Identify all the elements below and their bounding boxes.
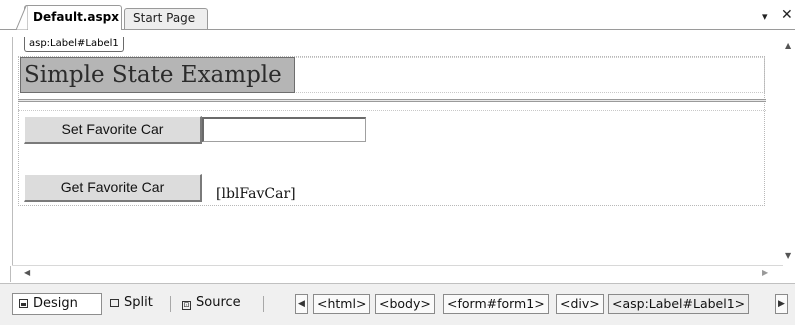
split-icon	[110, 299, 119, 307]
window-list-dropdown-icon[interactable]: ▾	[762, 10, 768, 23]
designer-bottom-bar: Design Split ⊡ Source ◀ <html> <body> <fo…	[0, 283, 795, 325]
scroll-right-icon[interactable]: ▶	[762, 268, 768, 277]
scroll-down-icon[interactable]: ▼	[785, 251, 791, 260]
source-view-button[interactable]: ⊡ Source	[176, 293, 247, 315]
scroll-left-icon[interactable]: ◀	[24, 268, 30, 277]
scroll-up-icon[interactable]: ▲	[785, 41, 791, 50]
breadcrumb-html[interactable]: <html>	[313, 294, 371, 314]
breadcrumb-right-icon[interactable]: ▶	[775, 294, 788, 314]
design-view-label: Design	[33, 296, 78, 311]
document-tab-strip: Default.aspx Start Page ▾ ✕	[0, 0, 795, 30]
split-view-label: Split	[124, 295, 153, 310]
close-document-icon[interactable]: ✕	[781, 7, 793, 23]
control-smart-tag: asp:Label#Label1	[24, 37, 124, 52]
split-view-button[interactable]: Split	[104, 293, 159, 315]
breadcrumb-div[interactable]: <div>	[556, 294, 604, 314]
breadcrumb-body[interactable]: <body>	[375, 294, 435, 314]
source-icon: ⊡	[182, 301, 191, 310]
breadcrumb-label[interactable]: <asp:Label#Label1>	[608, 294, 750, 314]
horizontal-scrollbar[interactable]: ◀ ▶	[10, 265, 783, 282]
tab-slant-decoration	[16, 5, 28, 30]
view-separator	[263, 296, 264, 312]
design-view-button[interactable]: Design	[12, 293, 102, 315]
set-favorite-car-button[interactable]: Set Favorite Car	[24, 116, 202, 144]
design-icon	[19, 299, 28, 308]
favorite-car-label[interactable]: [lblFavCar]	[216, 186, 296, 202]
horizontal-rule[interactable]	[18, 99, 766, 102]
scrollbar-corner	[0, 266, 11, 282]
tab-default-aspx[interactable]: Default.aspx	[24, 5, 122, 30]
favorite-car-textbox[interactable]	[202, 117, 366, 142]
breadcrumb-left-icon[interactable]: ◀	[295, 294, 308, 314]
title-row-outline	[296, 57, 765, 93]
row-divider	[18, 110, 766, 112]
source-view-label: Source	[196, 295, 241, 310]
breadcrumb-form[interactable]: <form#form1>	[443, 294, 549, 314]
view-separator	[170, 296, 171, 312]
get-favorite-car-button[interactable]: Get Favorite Car	[24, 174, 202, 202]
vertical-scrollbar[interactable]: ▲ ▼	[783, 37, 795, 265]
tab-start-page[interactable]: Start Page	[124, 8, 208, 29]
page-title-label[interactable]: Simple State Example	[20, 57, 295, 93]
vertical-scroll-track[interactable]	[784, 51, 794, 247]
